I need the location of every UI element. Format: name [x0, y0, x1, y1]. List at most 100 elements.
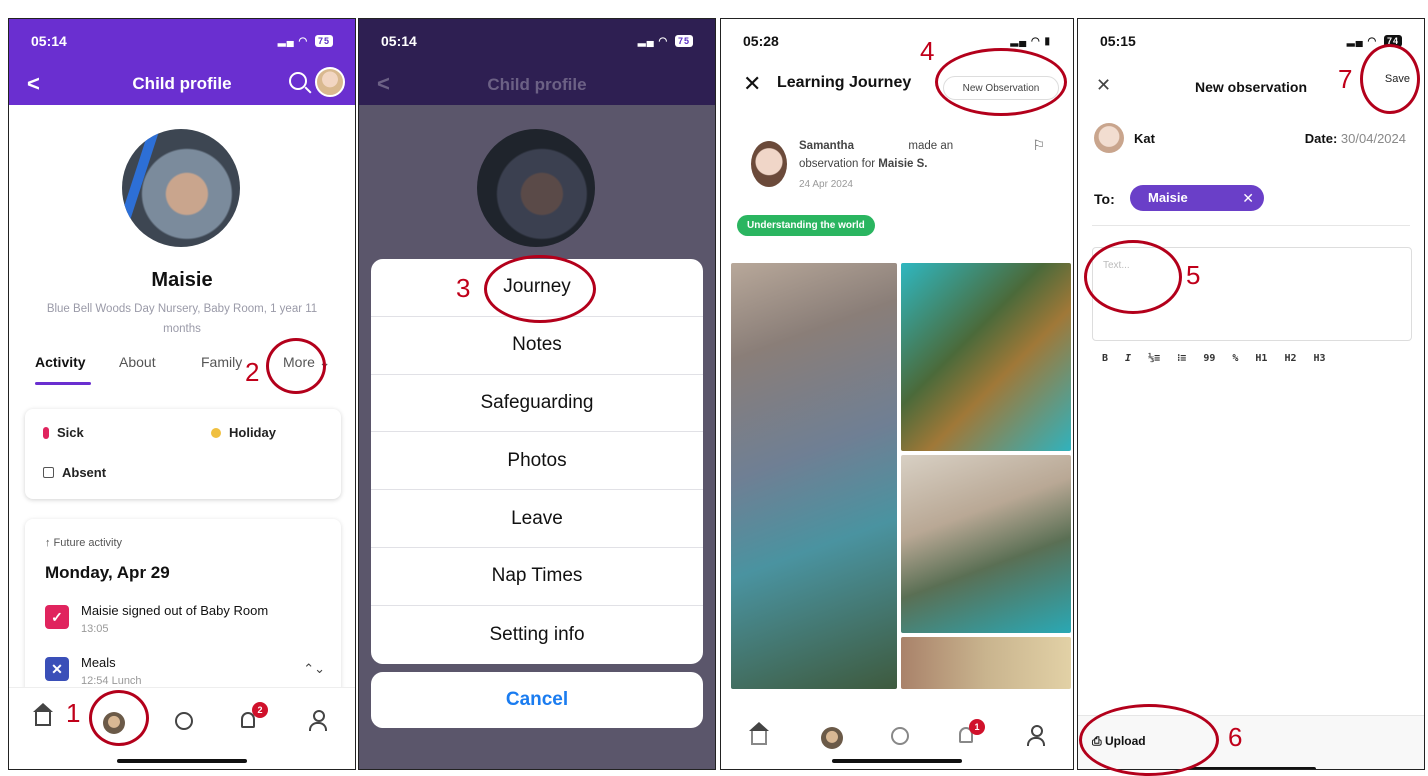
annotation-6: 6: [1228, 722, 1243, 752]
chat-icon[interactable]: [891, 727, 909, 745]
home-icon[interactable]: [33, 703, 53, 726]
status-absent-label: Absent: [62, 465, 107, 480]
status-sick[interactable]: Sick: [43, 425, 84, 440]
heading3-button[interactable]: H3: [1313, 353, 1325, 364]
home-indicator: [832, 759, 962, 763]
nav-bar: < Child profile: [359, 63, 715, 105]
menu-item-leave[interactable]: Leave: [371, 490, 703, 548]
annotation-ring: [1079, 704, 1219, 776]
chat-icon[interactable]: [175, 712, 193, 730]
thermometer-icon: [43, 426, 49, 439]
child-profile-screen: 05:14 ▂▄ ◠ 75 < Child profile Maisie Blu…: [8, 18, 356, 770]
observation-photos: [731, 263, 1071, 689]
recipient-chip[interactable]: Maisie ✕: [1130, 185, 1264, 211]
menu-item-nap-times[interactable]: Nap Times: [371, 548, 703, 606]
menu-item-setting-info[interactable]: Setting info: [371, 606, 703, 664]
recipient-name: Maisie: [1148, 190, 1188, 205]
annotation-5: 5: [1186, 260, 1201, 290]
photo[interactable]: [901, 637, 1071, 689]
annotation-ring: [89, 690, 149, 746]
user-avatar: [1094, 123, 1124, 153]
activity-title: Maisie signed out of Baby Room: [81, 603, 269, 618]
sun-icon: [211, 427, 221, 438]
quote-button[interactable]: 99: [1203, 353, 1215, 364]
search-icon[interactable]: [289, 72, 307, 90]
menu-item-notes[interactable]: Notes: [371, 317, 703, 375]
notification-badge: 2: [252, 702, 268, 718]
future-activity-label: ↑ Future activity: [45, 537, 123, 549]
menu-item-safeguarding[interactable]: Safeguarding: [371, 375, 703, 433]
photo[interactable]: [901, 455, 1071, 633]
heading2-button[interactable]: H2: [1284, 353, 1296, 364]
header: 05:14 ▂▄ ◠ 75 < Child profile: [9, 19, 355, 105]
cancel-button[interactable]: Cancel: [371, 672, 703, 728]
annotation-ring: [1360, 44, 1420, 114]
child-subtitle: Blue Bell Woods Day Nursery, Baby Room, …: [46, 303, 318, 335]
cutlery-icon: ✕: [45, 657, 69, 681]
observation-date: 24 Apr 2024: [799, 179, 853, 190]
annotation-7: 7: [1338, 64, 1353, 94]
bold-button[interactable]: B: [1102, 353, 1108, 364]
tab-family[interactable]: Family: [201, 354, 242, 370]
observation-child: Maisie S.: [878, 158, 928, 170]
tab-about[interactable]: About: [119, 354, 156, 370]
italic-button[interactable]: I: [1125, 353, 1131, 364]
bullet-list-button[interactable]: ⁝≡: [1177, 353, 1186, 364]
child-name: Maisie: [151, 269, 213, 291]
divider: [1092, 225, 1410, 226]
status-holiday-label: Holiday: [229, 425, 276, 440]
learning-journey-screen: 05:28 ▂▄ ◠ ▮ ✕ Learning Journey New Obse…: [720, 18, 1074, 770]
activity-title: Meals: [81, 655, 116, 670]
bottom-nav: 2: [9, 687, 355, 769]
header: 05:14 ▂▄ ◠ 75 < Child profile: [359, 19, 715, 105]
flag-icon[interactable]: ⚐: [1032, 137, 1045, 154]
date-label: Date:: [1304, 131, 1338, 146]
date-value: 30/04/2024: [1340, 131, 1406, 146]
more-menu-screen: 05:14 ▂▄ ◠ 75 < Child profile Journey No…: [358, 18, 716, 770]
status-absent[interactable]: Absent: [43, 465, 106, 480]
author-name: Samantha: [799, 140, 854, 152]
home-icon[interactable]: [749, 722, 769, 745]
observation-date[interactable]: Date: 30/04/2024: [1305, 131, 1406, 146]
tab-activity[interactable]: Activity: [35, 354, 86, 370]
status-indicators: ▂▄ ◠ ▮: [1010, 35, 1051, 47]
photo[interactable]: [731, 263, 897, 689]
annotation-ring: [1084, 240, 1182, 314]
status-indicators: ▂▄ ◠ 75: [638, 35, 693, 47]
battery-icon: 75: [674, 35, 693, 47]
link-button[interactable]: %: [1232, 353, 1238, 364]
user-avatar[interactable]: [315, 67, 345, 97]
profile-icon[interactable]: [309, 710, 327, 731]
activity-time: 13:05: [81, 623, 109, 635]
status-indicators: ▂▄ ◠ 75: [278, 35, 333, 47]
photo[interactable]: [901, 263, 1071, 451]
annotation-ring: [935, 48, 1067, 116]
page-title: Child profile: [487, 75, 587, 94]
status-sick-label: Sick: [57, 425, 84, 440]
annotation-4: 4: [920, 36, 935, 66]
annotation-ring: [484, 255, 596, 323]
home-indicator: [117, 759, 247, 763]
expand-chevron-icon[interactable]: ⌃⌄: [303, 661, 325, 677]
status-holiday[interactable]: Holiday: [211, 425, 276, 440]
status-bar: 05:14 ▂▄ ◠ 75: [9, 19, 355, 63]
area-tag: Understanding the world: [737, 215, 875, 236]
annotation-2: 2: [245, 357, 260, 387]
ordered-list-button[interactable]: ⅓≡: [1148, 353, 1160, 364]
calendar-icon: [43, 467, 54, 478]
close-icon[interactable]: ✕: [743, 71, 761, 97]
heading1-button[interactable]: H1: [1255, 353, 1267, 364]
nav-bar: < Child profile: [9, 63, 355, 105]
remove-icon[interactable]: ✕: [1242, 185, 1254, 211]
status-time: 05:14: [381, 33, 417, 49]
child-tab-avatar[interactable]: [821, 727, 843, 749]
date-heading: Monday, Apr 29: [45, 563, 170, 582]
child-photo: [122, 129, 240, 247]
menu-item-photos[interactable]: Photos: [371, 432, 703, 491]
activity-time: 12:54 Lunch: [81, 675, 142, 687]
status-bar: 05:14 ▂▄ ◠ 75: [359, 19, 715, 63]
profile-icon[interactable]: [1027, 725, 1045, 746]
annotation-ring: [266, 338, 326, 394]
home-indicator: [1186, 767, 1316, 769]
to-label: To:: [1094, 191, 1115, 207]
